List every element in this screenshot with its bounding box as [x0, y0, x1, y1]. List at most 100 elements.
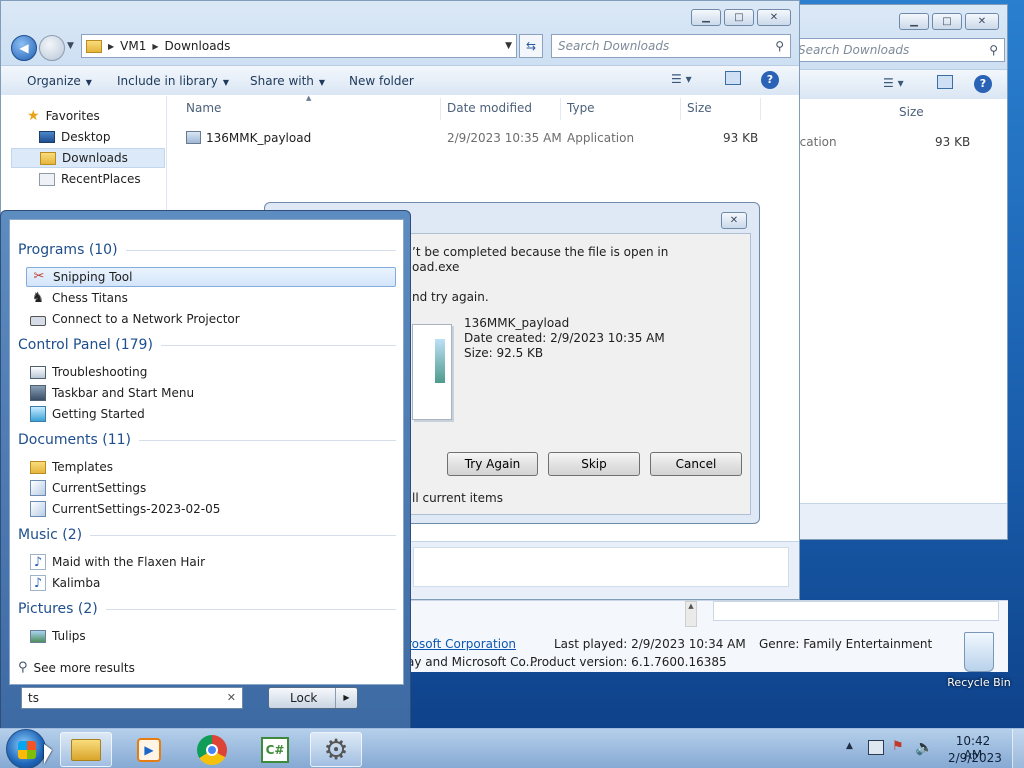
mouse-cursor-icon — [44, 744, 52, 764]
status-bar — [791, 503, 1007, 539]
result-kalimba[interactable]: ♪ Kalimba — [26, 573, 396, 593]
column-separator[interactable] — [760, 98, 761, 120]
result-tulips[interactable]: Tulips — [26, 626, 396, 646]
organize-menu[interactable]: Organize ▼ — [27, 74, 92, 88]
music-file-icon: ♪ — [30, 554, 46, 570]
maximize-button[interactable]: □ — [932, 13, 962, 30]
maximize-button[interactable]: □ — [724, 9, 754, 26]
column-separator[interactable] — [680, 98, 681, 120]
nav-desktop[interactable]: Desktop — [39, 127, 111, 147]
result-network-projector[interactable]: Connect to a Network Projector — [26, 309, 396, 329]
taskbar-media-player[interactable]: ▶ — [123, 732, 175, 767]
column-size[interactable]: Size — [687, 101, 712, 115]
publisher-link[interactable]: rosoft Corporation — [407, 637, 516, 651]
recycle-bin[interactable]: Recycle Bin — [944, 632, 1014, 696]
lock-button[interactable]: Lock ▶ — [268, 687, 358, 709]
refresh-button[interactable]: ⇆ — [519, 34, 543, 58]
result-taskbar-start-menu[interactable]: Taskbar and Start Menu — [26, 383, 396, 403]
result-templates[interactable]: Templates — [26, 457, 396, 477]
column-name[interactable]: Name — [186, 101, 221, 115]
result-snipping-tool[interactable]: ✂ Snipping Tool — [26, 267, 396, 287]
breadcrumb-downloads[interactable]: Downloads — [165, 39, 231, 53]
address-bar[interactable]: ▶ VM1 ▶ Downloads ▼ — [81, 34, 517, 58]
taskbar-csharp[interactable]: C# — [249, 732, 301, 767]
taskbar: ▶ C# ⚙ ▲ ⚑ 🔈 10:42 AM 2/9/2023 — [0, 728, 1024, 768]
column-separator[interactable] — [440, 98, 441, 120]
search-icon[interactable]: ⚲ — [989, 39, 998, 61]
file-date-created: Date created: 2/9/2023 10:35 AM — [464, 331, 665, 345]
result-current-settings[interactable]: CurrentSettings — [26, 478, 396, 498]
forward-button[interactable] — [39, 35, 65, 61]
result-getting-started[interactable]: Getting Started — [26, 404, 396, 424]
caption-buttons: ▁ □ ✕ — [899, 13, 999, 30]
action-center-icon[interactable]: ⚑ — [892, 739, 904, 754]
preview-pane-icon[interactable] — [937, 75, 953, 89]
result-maid-flaxen-hair[interactable]: ♪ Maid with the Flaxen Hair — [26, 552, 396, 572]
scrollbar[interactable]: ▲ — [685, 601, 697, 627]
new-folder-button[interactable]: New folder — [349, 74, 414, 88]
row-size: 93 KB — [935, 135, 971, 149]
see-more-results[interactable]: ⚲ See more results — [14, 658, 384, 678]
view-icon[interactable]: ☰ ▾ — [883, 76, 904, 90]
share-with-menu[interactable]: Share with ▼ — [250, 74, 325, 88]
close-button[interactable]: ✕ — [965, 13, 999, 30]
nav-downloads[interactable]: Downloads — [11, 148, 165, 168]
search-input[interactable]: Search Downloads ⚲ — [551, 34, 791, 58]
sort-arrow-icon: ▲ — [306, 94, 312, 102]
column-type[interactable]: Type — [567, 101, 595, 115]
taskbar-chrome[interactable] — [186, 732, 238, 767]
column-date-modified[interactable]: Date modified — [447, 101, 532, 115]
dialog-message-2: oad.exe — [412, 260, 460, 274]
nav-recent-places[interactable]: RecentPlaces — [39, 169, 141, 189]
section-programs[interactable]: Programs (10) — [18, 242, 396, 258]
getting-started-icon — [30, 406, 46, 422]
minimize-button[interactable]: ▁ — [691, 9, 721, 26]
minimize-button[interactable]: ▁ — [899, 13, 929, 30]
explorer-window-back[interactable]: ▁ □ ✕ Search Downloads ⚲ ☰ ▾ ? Size lica… — [790, 4, 1008, 540]
result-troubleshooting[interactable]: Troubleshooting — [26, 362, 396, 382]
taskbar-settings-app[interactable]: ⚙ — [310, 732, 362, 767]
volume-icon[interactable]: 🔈 — [915, 738, 934, 756]
include-in-library-menu[interactable]: Include in library ▼ — [117, 74, 229, 88]
cancel-button[interactable]: Cancel — [650, 452, 742, 476]
section-music[interactable]: Music (2) — [18, 527, 396, 543]
network-icon[interactable] — [868, 740, 884, 755]
arrow-left-icon: ◀ — [19, 41, 29, 55]
address-dropdown[interactable]: ▼ — [505, 41, 512, 51]
try-again-button[interactable]: Try Again — [447, 452, 538, 476]
column-size[interactable]: Size — [899, 105, 924, 119]
power-options-button[interactable]: ▶ — [335, 688, 357, 708]
divider — [90, 534, 396, 536]
search-icon[interactable]: ⚲ — [775, 35, 784, 57]
view-icon[interactable]: ☰ ▾ — [671, 72, 692, 86]
section-pictures[interactable]: Pictures (2) — [18, 601, 396, 617]
nav-favorites[interactable]: ★ Favorites — [27, 106, 100, 126]
result-current-settings-dated[interactable]: CurrentSettings-2023-02-05 — [26, 499, 396, 519]
help-icon[interactable]: ? — [974, 75, 992, 93]
preview-pane-icon[interactable] — [725, 71, 741, 85]
section-documents[interactable]: Documents (11) — [18, 432, 396, 448]
recycle-bin-label: Recycle Bin — [947, 676, 1011, 689]
show-hidden-icons[interactable]: ▲ — [846, 741, 853, 751]
taskbar-explorer[interactable] — [60, 732, 112, 767]
search-input[interactable]: Search Downloads ⚲ — [791, 38, 1005, 62]
start-button[interactable] — [6, 729, 46, 768]
section-control-panel[interactable]: Control Panel (179) — [18, 337, 396, 353]
show-desktop-button[interactable] — [1012, 729, 1024, 768]
back-button[interactable]: ◀ — [11, 35, 37, 61]
column-separator[interactable] — [560, 98, 561, 120]
start-search-input[interactable]: ts ✕ — [21, 687, 243, 709]
settings-file-icon — [30, 501, 46, 517]
do-for-all-label[interactable]: ll current items — [412, 491, 503, 505]
result-chess-titans[interactable]: ♞ Chess Titans — [26, 288, 396, 308]
close-button[interactable]: ✕ — [757, 9, 791, 26]
divider — [160, 344, 396, 346]
file-thumbnail — [412, 324, 452, 420]
skip-button[interactable]: Skip — [548, 452, 640, 476]
recent-pages-dropdown[interactable]: ▼ — [67, 41, 74, 51]
clear-search-icon[interactable]: ✕ — [227, 688, 236, 708]
help-icon[interactable]: ? — [761, 71, 779, 89]
breadcrumb-vm1[interactable]: VM1 — [120, 39, 146, 53]
dialog-close-button[interactable]: ✕ — [721, 212, 747, 229]
clock-date[interactable]: 2/9/2023 — [948, 751, 1002, 765]
